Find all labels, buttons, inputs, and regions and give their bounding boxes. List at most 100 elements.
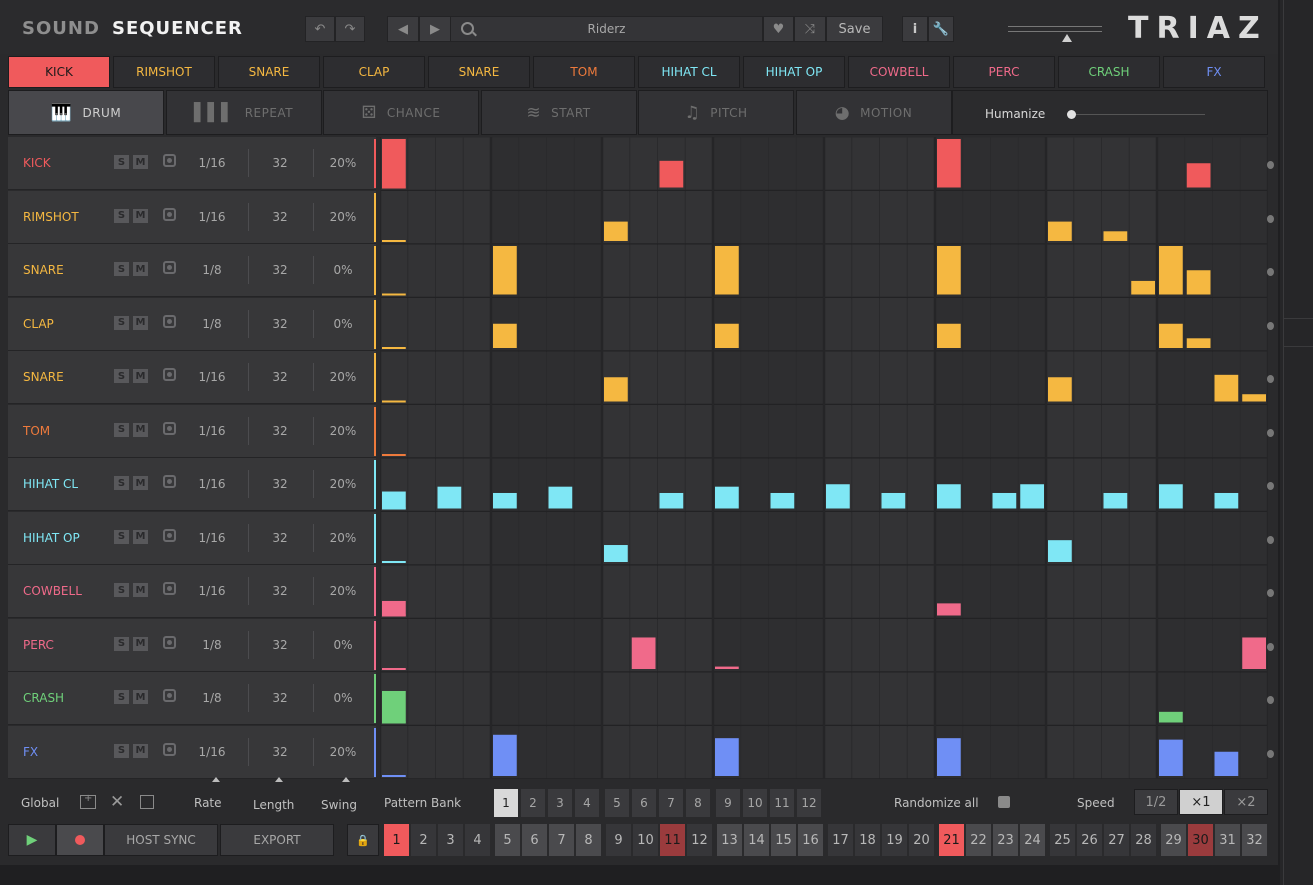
step-cell[interactable]	[547, 565, 574, 619]
step-cell[interactable]	[1046, 619, 1074, 672]
step-cell[interactable]	[519, 458, 546, 512]
step-cell[interactable]	[408, 351, 435, 405]
step-note[interactable]	[881, 492, 906, 509]
step-cell[interactable]	[1240, 565, 1268, 619]
step-cell[interactable]	[769, 405, 796, 458]
step-cell[interactable]	[685, 405, 713, 458]
step-cell[interactable]	[880, 726, 907, 779]
step-cell[interactable]	[1018, 191, 1046, 244]
randomize-track-icon[interactable]	[163, 207, 176, 221]
step-cell[interactable]	[380, 405, 408, 458]
step-cell[interactable]	[1129, 726, 1157, 779]
randomize-track-icon[interactable]	[163, 689, 176, 702]
favorite-button[interactable]: ♥	[763, 16, 794, 42]
mute-button[interactable]: M	[133, 476, 148, 490]
step-cell[interactable]	[1240, 191, 1268, 244]
step-cell[interactable]	[408, 672, 435, 726]
step-cell[interactable]	[1213, 672, 1240, 726]
step-note[interactable]	[604, 545, 628, 562]
step-cell[interactable]	[713, 405, 741, 458]
step-cell[interactable]	[1129, 137, 1157, 191]
step-cell[interactable]	[547, 619, 574, 672]
step-cell[interactable]	[463, 565, 491, 619]
step-cell[interactable]	[519, 405, 546, 458]
step-position-button[interactable]: 22	[966, 824, 991, 856]
step-cell[interactable]	[1074, 726, 1101, 779]
lock-button[interactable]: 🔒	[347, 824, 379, 856]
step-position-button[interactable]: 12	[687, 824, 712, 856]
randomize-track-icon[interactable]	[163, 261, 176, 274]
step-cell[interactable]	[991, 512, 1018, 565]
save-button[interactable]: Save	[826, 16, 883, 42]
mode-tab[interactable]: ≋ START	[480, 90, 637, 135]
track-row[interactable]: CRASH S M 1/8 32 0%	[8, 672, 376, 725]
step-cell[interactable]	[824, 351, 852, 405]
step-cell[interactable]	[1102, 137, 1129, 191]
track-row[interactable]: HIHAT OP S M 1/16 32 20%	[8, 511, 376, 565]
step-cell[interactable]	[1129, 298, 1157, 351]
step-note[interactable]	[1186, 163, 1211, 188]
step-cell[interactable]	[658, 565, 685, 619]
step-cell[interactable]	[1074, 512, 1101, 565]
step-cell[interactable]	[685, 458, 713, 512]
step-position-button[interactable]: 31	[1215, 824, 1240, 856]
step-cell[interactable]	[574, 565, 602, 619]
track-row[interactable]: RIMSHOT S M 1/16 32 20%	[8, 190, 376, 244]
step-cell[interactable]	[1046, 244, 1074, 298]
step-cell[interactable]	[1157, 405, 1185, 458]
step-cell[interactable]	[769, 672, 796, 726]
step-cell[interactable]	[907, 244, 935, 298]
step-cell[interactable]	[741, 351, 768, 405]
track-swing[interactable]: 0%	[320, 691, 366, 705]
pattern-bank-button[interactable]: 8	[686, 789, 710, 817]
step-cell[interactable]	[935, 619, 963, 672]
track-length[interactable]: 32	[256, 424, 304, 438]
step-cell[interactable]	[796, 726, 824, 779]
step-cell[interactable]	[824, 726, 852, 779]
mode-tab[interactable]: ♫ PITCH	[638, 90, 794, 135]
step-cell[interactable]	[852, 565, 879, 619]
step-position-button[interactable]: 30	[1188, 824, 1213, 856]
instrument-tab[interactable]: KICK	[8, 56, 110, 88]
step-cell[interactable]	[741, 565, 768, 619]
step-cell[interactable]	[408, 191, 435, 244]
step-cell[interactable]	[1240, 672, 1268, 726]
step-cell[interactable]	[1157, 191, 1185, 244]
instrument-tab[interactable]: PERC	[953, 56, 1055, 88]
step-position-button[interactable]: 4	[465, 824, 490, 856]
step-cell[interactable]	[408, 726, 435, 779]
step-cell[interactable]	[713, 619, 741, 672]
step-cell[interactable]	[991, 619, 1018, 672]
step-note[interactable]	[1048, 540, 1072, 562]
step-cell[interactable]	[630, 565, 657, 619]
length-handle-icon[interactable]	[275, 777, 283, 782]
randomize-track-icon[interactable]	[163, 421, 176, 435]
step-position-button[interactable]: 16	[798, 824, 823, 856]
instrument-tab[interactable]: CRASH	[1058, 56, 1160, 88]
step-cell[interactable]	[1240, 512, 1268, 565]
step-cell[interactable]	[713, 191, 741, 244]
step-cell[interactable]	[1018, 244, 1046, 298]
step-cell[interactable]	[380, 726, 408, 779]
step-cell[interactable]	[685, 298, 713, 351]
pattern-bank-button[interactable]: 11	[770, 789, 794, 817]
step-cell[interactable]	[436, 137, 463, 191]
solo-button[interactable]: S	[114, 476, 129, 490]
step-cell[interactable]	[824, 512, 852, 565]
step-note[interactable]	[1159, 484, 1183, 509]
step-note[interactable]	[1186, 270, 1211, 295]
undo-button[interactable]: ↶	[305, 16, 335, 42]
step-cell[interactable]	[658, 726, 685, 779]
step-position-button[interactable]: 6	[522, 824, 547, 856]
step-cell[interactable]	[436, 512, 463, 565]
track-rate[interactable]: 1/8	[188, 263, 236, 277]
step-grid[interactable]	[380, 137, 1268, 779]
step-note[interactable]	[1186, 338, 1211, 348]
step-cell[interactable]	[713, 137, 741, 191]
step-cell[interactable]	[796, 351, 824, 405]
pattern-bank-button[interactable]: 9	[716, 789, 740, 817]
speed-option[interactable]: ×2	[1224, 789, 1268, 815]
step-cell[interactable]	[880, 244, 907, 298]
step-cell[interactable]	[741, 137, 768, 191]
step-note[interactable]	[1020, 484, 1044, 509]
